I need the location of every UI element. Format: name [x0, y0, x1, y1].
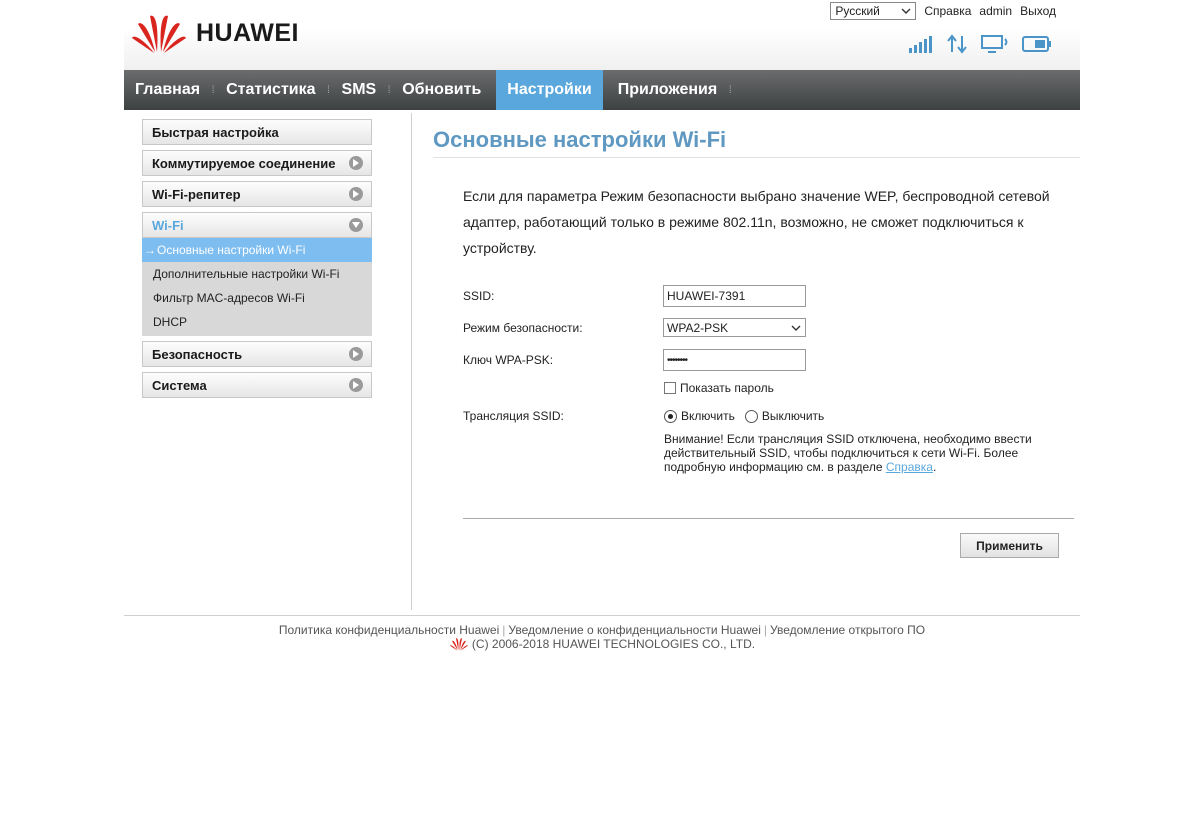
huawei-flower-icon: [449, 638, 468, 651]
wep-notice: Если для параметра Режим безопасности вы…: [463, 188, 1050, 256]
help-link-inline[interactable]: Справка: [886, 460, 933, 474]
nav-home[interactable]: Главная: [124, 70, 211, 110]
status-icons: [908, 34, 1052, 54]
wpa-key-value: ••••••••: [667, 354, 688, 366]
sidebar-item-label: Безопасность: [152, 346, 243, 362]
ssid-label: SSID:: [463, 289, 495, 303]
open-source-notice-link[interactable]: Уведомление открытого ПО: [770, 623, 925, 637]
nav-settings[interactable]: Настройки: [496, 70, 603, 110]
language-select[interactable]: Русский: [830, 2, 917, 20]
copyright: (C) 2006-2018 HUAWEI TECHNOLOGIES CO., L…: [124, 637, 1080, 651]
sidebar-item-label: Коммутируемое соединение: [152, 155, 336, 171]
ssid-value: HUAWEI-7391: [667, 289, 746, 303]
chevron-right-icon: [349, 347, 363, 361]
main-nav: Главная ⁞ Статистика ⁞ SMS ⁞ Обновить На…: [124, 70, 1080, 110]
divider: [411, 113, 412, 610]
header: HUAWEI Русский Справка admin Выход: [124, 0, 1080, 70]
security-mode-value: WPA2-PSK: [667, 320, 729, 335]
sidebar-subitem-dhcp[interactable]: DHCP: [142, 310, 372, 334]
sidebar-item-label: Система: [152, 377, 207, 393]
huawei-logo: HUAWEI: [130, 12, 299, 54]
sidebar-item-quick-setup[interactable]: Быстрая настройка: [142, 119, 372, 145]
chevron-right-icon: [349, 378, 363, 392]
wifi-submenu: → Основные настройки Wi-Fi Дополнительны…: [142, 238, 372, 336]
brand-name: HUAWEI: [196, 18, 299, 47]
sidebar-item-repeater[interactable]: Wi-Fi-репитер: [142, 181, 372, 207]
nav-sms[interactable]: SMS: [331, 70, 388, 110]
footer-links: Политика конфиденциальности Huawei | Уведо…: [124, 623, 1080, 637]
nav-update[interactable]: Обновить: [391, 70, 492, 110]
sidebar: Быстрая настройка Коммутируемое соединен…: [142, 119, 372, 403]
sidebar-subitem-wifi-basic[interactable]: → Основные настройки Wi-Fi: [142, 238, 372, 262]
sidebar-item-security[interactable]: Безопасность: [142, 341, 372, 367]
wpa-key-label: Ключ WPA-PSK:: [463, 353, 554, 367]
monitor-wifi-icon: [981, 35, 1008, 53]
radio-disable[interactable]: [744, 409, 758, 423]
sidebar-subitem-mac-filter[interactable]: Фильтр MAC-адресов Wi-Fi: [142, 286, 372, 310]
radio-enable[interactable]: [664, 409, 677, 423]
sidebar-subitem-label: Основные настройки Wi-Fi: [157, 243, 306, 257]
divider: [124, 615, 1080, 616]
arrow-right-icon: →: [144, 243, 156, 257]
apply-button[interactable]: Применить: [960, 533, 1059, 558]
chevron-right-icon: [349, 156, 363, 170]
sidebar-item-wifi[interactable]: Wi-Fi: [142, 212, 372, 238]
separator: |: [502, 623, 506, 637]
radio-enable-label: Включить: [681, 409, 735, 423]
sidebar-item-label: Wi-Fi: [152, 217, 184, 233]
ssid-warning: Внимание! Если трансляция SSID отключена…: [664, 432, 1044, 474]
sidebar-subitem-wifi-advanced[interactable]: Дополнительные настройки Wi-Fi: [142, 262, 372, 286]
security-mode-label: Режим безопасности:: [463, 321, 583, 335]
copyright-text: (C) 2006-2018 HUAWEI TECHNOLOGIES CO., L…: [471, 637, 756, 651]
nav-apps[interactable]: Приложения: [607, 70, 729, 110]
top-links: Русский Справка admin Выход: [830, 2, 1056, 20]
chevron-down-icon: [901, 8, 911, 14]
chevron-down-icon: [791, 325, 801, 331]
radio-disable-label: Выключить: [761, 409, 825, 423]
sidebar-item-label: Wi-Fi-репитер: [152, 186, 241, 202]
warning-period: .: [932, 460, 937, 474]
privacy-policy-link[interactable]: Политика конфиденциальности Huawei: [279, 623, 499, 637]
separator: |: [763, 623, 767, 637]
checkbox-box[interactable]: [664, 382, 676, 394]
privacy-notice-link[interactable]: Уведомление о конфиденциальности Huawei: [508, 623, 760, 637]
sidebar-item-label: Быстрая настройка: [152, 124, 279, 140]
security-mode-select[interactable]: WPA2-PSK: [663, 318, 806, 337]
battery-icon: [1022, 36, 1051, 52]
chevron-right-icon: [349, 187, 363, 201]
radio-dot: [668, 413, 673, 419]
show-password-label: Показать пароль: [680, 381, 774, 395]
ssid-broadcast-radios: Включить Выключить: [664, 409, 824, 423]
chevron-down-icon: [349, 218, 363, 232]
sidebar-item-system[interactable]: Система: [142, 372, 372, 398]
ssid-input[interactable]: HUAWEI-7391: [663, 285, 806, 307]
divider: [433, 157, 1080, 158]
nav-statistics[interactable]: Статистика: [215, 70, 326, 110]
warning-text: Внимание! Если трансляция SSID отключена…: [664, 432, 1032, 474]
wpa-key-input[interactable]: ••••••••: [663, 349, 806, 371]
show-password-checkbox[interactable]: Показать пароль: [664, 381, 774, 395]
ssid-broadcast-label: Трансляция SSID:: [463, 409, 564, 423]
help-link[interactable]: Справка: [924, 4, 971, 18]
huawei-flower-icon: [132, 15, 186, 53]
logout-link[interactable]: Выход: [1020, 4, 1056, 18]
divider: [463, 518, 1074, 519]
sidebar-item-dialup[interactable]: Коммутируемое соединение: [142, 150, 372, 176]
user-link[interactable]: admin: [979, 4, 1012, 18]
page-title: Основные настройки Wi-Fi: [433, 127, 727, 152]
language-value: Русский: [835, 4, 880, 18]
nav-separator: ⁞: [728, 84, 732, 96]
up-down-traffic-icon: [947, 34, 967, 54]
signal-strength-icon: [909, 36, 932, 53]
